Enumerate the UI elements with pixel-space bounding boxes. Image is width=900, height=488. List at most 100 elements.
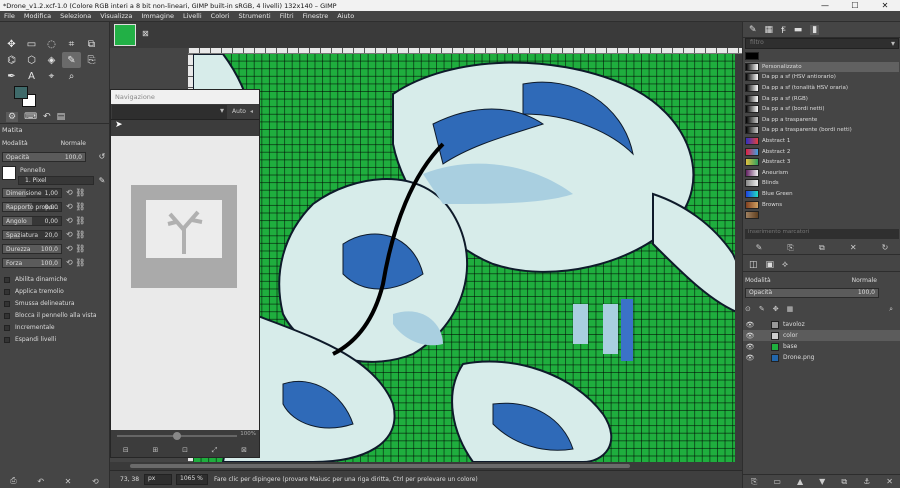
panel-menu-icon[interactable]: ◂ [250,108,259,115]
images-tab-icon[interactable]: ▤ [57,112,66,122]
lower-layer-icon[interactable]: ▼ [819,477,825,486]
gradients-tab-icon[interactable]: ▮ [810,24,820,35]
angle-slider[interactable]: Angolo 0,00 [2,216,62,226]
gradient-item[interactable] [745,210,899,221]
checkbox-smooth[interactable]: Smussa delineatura [4,300,75,307]
refresh-gradients-icon[interactable]: ↻ [882,243,889,252]
tags-field[interactable]: inserimento marcatori [745,229,899,239]
gradient-filter-field[interactable]: filtro [745,38,899,49]
zoom-slider-knob[interactable] [173,432,181,440]
checkbox-jitter[interactable]: Applica tremolio [4,288,64,295]
gradient-item[interactable]: Aneurism [745,168,899,179]
gradient-item[interactable]: Da pp a trasparente (bordi netti) [745,125,899,136]
layer-row[interactable]: 👁 tavoloz [743,319,900,330]
vertical-scrollbar[interactable] [735,54,742,462]
layers-tab-icon[interactable]: ◫ [749,260,758,270]
gradient-item[interactable]: Da pp a sf (RGB) [745,93,899,104]
hardness-reset-icon[interactable]: ⟲ ⛓ [66,244,85,253]
gradient-item[interactable]: Personalizzato [745,61,899,73]
foreground-color[interactable] [14,86,28,99]
checkbox-dynamics[interactable]: Abilita dinamiche [4,276,67,283]
spacing-slider[interactable]: Spaziatura 20,0 [2,230,62,240]
horizontal-scroll-thumb[interactable] [130,464,630,468]
layer-mode-select[interactable]: Normale [852,277,877,284]
menu-aiuto[interactable]: Aiuto [333,12,359,20]
gradient-item[interactable]: Blue Green [745,189,899,200]
hardness-slider[interactable]: Durezza 100,0 [2,244,62,254]
new-gradient-icon[interactable]: ⎘ [787,243,793,253]
raise-layer-icon[interactable]: ▲ [797,477,803,486]
anchor-layer-icon[interactable]: ⚓ [863,477,870,486]
rect-select-icon[interactable]: ▭ [22,36,41,52]
restore-options-icon[interactable]: ↶ [37,477,44,486]
gradient-item[interactable]: Da pp a trasparente [745,115,899,126]
visibility-eye-icon[interactable]: 👁 [743,332,757,340]
layer-mode-row[interactable]: Modalità Normale [745,275,899,286]
color-swatches[interactable] [14,86,38,108]
gradient-item[interactable]: Abstract 3 [745,157,899,168]
close-image-icon[interactable]: ⊠ [142,29,149,38]
menu-visualizza[interactable]: Visualizza [96,12,137,20]
edit-brush-icon[interactable]: ✎ [96,176,108,186]
checkbox-incremental[interactable]: Incrementale [4,324,55,331]
fonts-tab-icon[interactable]: Ꞙ [781,23,786,36]
navigation-pointer-icon[interactable]: ➤ [111,120,259,132]
visibility-eye-icon[interactable]: 👁 [743,343,757,351]
fit-window-icon[interactable]: ⤢ [212,446,218,455]
lock-pixels-icon[interactable]: ✎ [759,305,765,313]
cage-icon[interactable]: ⬡ [22,52,41,68]
zoom-in-icon[interactable]: ⊞ [153,446,159,455]
menu-colori[interactable]: Colori [207,12,235,20]
zoom-select[interactable]: 1065 % [176,474,208,485]
bucket-fill-icon[interactable]: ◈ [42,52,61,68]
save-options-icon[interactable]: ⎙ [10,476,16,486]
gradient-item[interactable]: Blinds [745,178,899,189]
gradient-item[interactable]: Da pp a sf (tonalità HSV oraria) [745,83,899,94]
menu-strumenti[interactable]: Strumenti [234,12,275,20]
layer-row[interactable]: 👁 base [743,341,900,352]
new-layer-icon[interactable]: ⎘ [751,477,757,487]
search-layers-icon[interactable]: ⌕ [889,305,893,314]
gradient-item[interactable]: Abstract 1 [745,136,899,147]
gradient-item[interactable]: Da pp a sf (bordi netti) [745,104,899,115]
size-slider[interactable]: Dimensione 1,00 [2,188,62,198]
pencil-icon[interactable]: ✎ [62,52,81,68]
angle-reset-icon[interactable]: ⟲ ⛓ [66,216,85,225]
menu-seleziona[interactable]: Seleziona [56,12,96,20]
delete-options-icon[interactable]: ✕ [65,477,72,486]
clone-icon[interactable]: ⎘ [82,52,101,68]
layer-row[interactable]: 👁 color [743,330,900,341]
checkbox-lock-brush[interactable]: Blocca il pennello alla vista [4,312,97,319]
unit-select[interactable]: px [144,474,172,485]
paths-tab-icon[interactable]: ⟡ [782,260,788,270]
image-canvas[interactable] [193,54,742,462]
gradient-item[interactable]: Browns [745,199,899,210]
duplicate-gradient-icon[interactable]: ⧉ [819,243,825,253]
menu-immagine[interactable]: Immagine [137,12,179,20]
patterns-tab-icon[interactable]: ▦ [765,25,774,35]
auto-button[interactable]: Auto [228,108,250,115]
menu-filtri[interactable]: Filtri [276,12,299,20]
zoom-out-icon[interactable]: ⊟ [123,446,129,455]
paths-icon[interactable]: ✒ [2,68,21,84]
mode-row[interactable]: Modalità Normale [2,138,108,149]
opacity-slider[interactable]: Opacità 100,0 [2,152,86,162]
reset-options-icon[interactable]: ⟲ [92,477,99,486]
visibility-eye-icon[interactable]: 👁 [743,354,757,362]
aspect-reset-icon[interactable]: ⟲ ⛓ [66,202,85,211]
crop-icon[interactable]: ⌗ [62,36,81,52]
lock-position-icon[interactable]: ✥ [773,305,779,313]
menu-finestre[interactable]: Finestre [299,12,334,20]
mode-select[interactable]: Normale [61,140,86,147]
menu-file[interactable]: File [0,12,20,20]
zoom-icon[interactable]: ⌕ [62,68,81,84]
warp-icon[interactable]: ⌬ [2,52,21,68]
palettes-tab-icon[interactable]: ▬ [794,25,803,35]
force-reset-icon[interactable]: ⟲ ⛓ [66,258,85,267]
aspect-ratio-slider[interactable]: Rapporto propo... 0,00 [2,202,62,212]
close-button[interactable]: ✕ [870,1,900,10]
lasso-select-icon[interactable]: ◌ [42,36,61,52]
zoom-100-icon[interactable]: ⊡ [182,446,188,455]
undo-history-tab-icon[interactable]: ↶ [43,112,51,122]
gradient-item[interactable] [745,51,899,62]
